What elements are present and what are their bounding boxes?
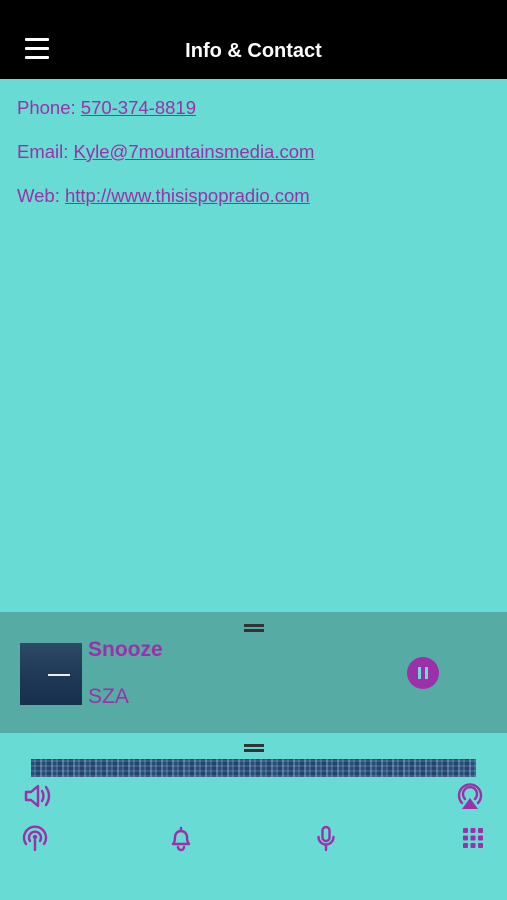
web-row: Web: http://www.thisispopradio.com [17,184,490,228]
email-label: Email: [17,141,74,162]
grid-icon[interactable] [457,822,489,854]
contact-info: Phone: 570-374-8819 Email: Kyle@7mountai… [17,96,490,228]
email-row: Email: Kyle@7mountainsmedia.com [17,140,490,184]
page-title: Info & Contact [185,40,322,62]
waveform-strip [31,759,476,777]
app-header: Info & Contact [0,0,507,79]
album-art [20,643,82,705]
track-title: Snooze [88,638,163,661]
airplay-icon[interactable] [454,780,486,812]
drag-handle-icon[interactable] [244,624,264,632]
drag-handle-icon[interactable] [244,744,264,752]
volume-icon[interactable] [22,780,54,812]
pause-icon [418,667,421,679]
microphone-icon[interactable] [310,822,342,854]
phone-label: Phone: [17,97,81,118]
bell-icon[interactable] [165,822,197,854]
web-label: Web: [17,185,65,206]
now-playing-panel: Snooze SZA [0,612,507,733]
podcast-icon[interactable] [19,822,51,854]
pause-button[interactable] [407,657,439,689]
phone-link[interactable]: 570-374-8819 [81,97,196,118]
phone-row: Phone: 570-374-8819 [17,96,490,140]
email-link[interactable]: Kyle@7mountainsmedia.com [74,141,315,162]
track-artist: SZA [88,685,129,708]
web-link[interactable]: http://www.thisispopradio.com [65,185,310,206]
bottom-bar [0,733,507,900]
